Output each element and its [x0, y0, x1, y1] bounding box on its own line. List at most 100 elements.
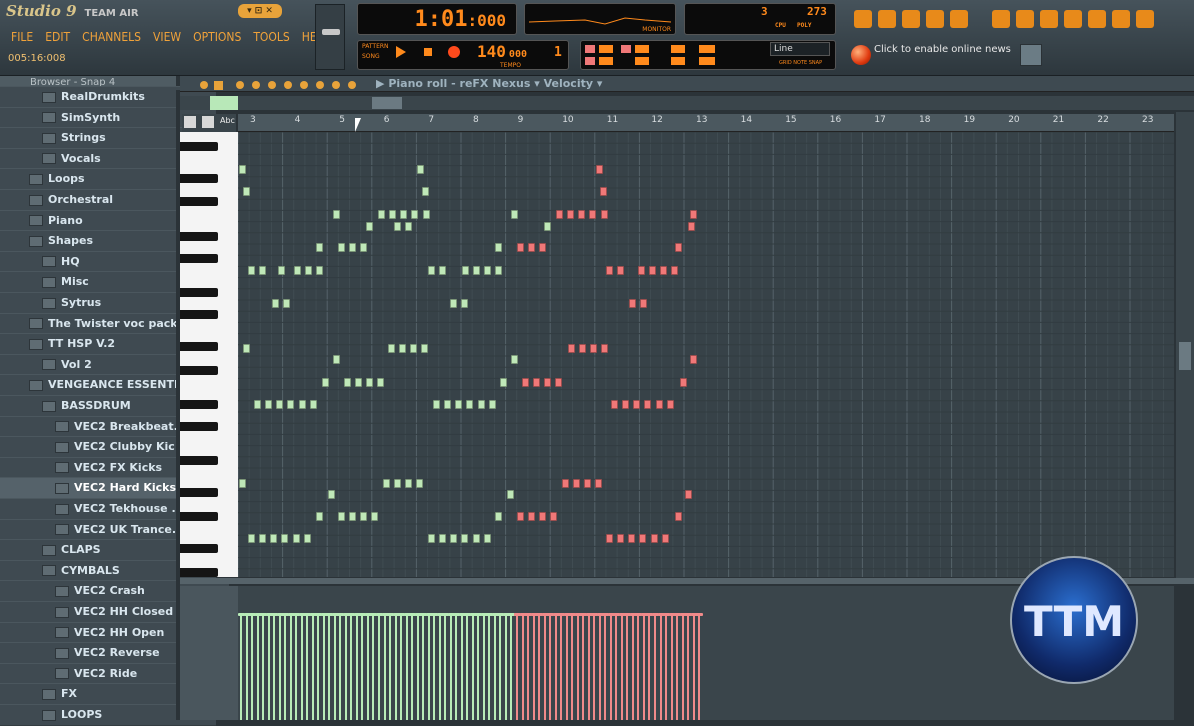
- velocity-bar[interactable]: [311, 616, 314, 720]
- menu-options[interactable]: OPTIONS: [188, 27, 246, 47]
- velocity-bar[interactable]: [322, 616, 325, 720]
- piano-note[interactable]: [629, 299, 636, 308]
- velocity-bar[interactable]: [565, 616, 568, 720]
- piano-note[interactable]: [644, 400, 652, 409]
- velocity-bar[interactable]: [499, 616, 502, 720]
- black-key[interactable]: [180, 422, 218, 431]
- piano-note[interactable]: [259, 266, 267, 275]
- piano-roll-icon[interactable]: [902, 10, 920, 28]
- piano-note[interactable]: [600, 210, 608, 219]
- velocity-bar[interactable]: [289, 616, 292, 720]
- piano-note[interactable]: [254, 400, 261, 409]
- piano-note[interactable]: [377, 378, 385, 387]
- piano-note[interactable]: [378, 210, 385, 219]
- velocity-target[interactable]: Velocity: [544, 77, 593, 90]
- velocity-bar[interactable]: [251, 616, 254, 720]
- piano-note[interactable]: [338, 512, 345, 521]
- velocity-bar[interactable]: [521, 616, 524, 720]
- velocity-bar[interactable]: [361, 616, 364, 720]
- menu-file[interactable]: FILE: [6, 27, 38, 47]
- velocity-bar[interactable]: [527, 616, 530, 720]
- snap-select[interactable]: Line: [770, 42, 830, 56]
- velocity-bar[interactable]: [642, 616, 645, 720]
- piano-note[interactable]: [544, 378, 552, 387]
- velocity-bar[interactable]: [460, 616, 463, 720]
- velocity-bar[interactable]: [262, 616, 265, 720]
- piano-note[interactable]: [544, 222, 551, 231]
- black-key[interactable]: [180, 488, 218, 497]
- browser-item[interactable]: TT HSP V.2: [0, 333, 203, 356]
- vscroll-thumb[interactable]: [1179, 342, 1191, 370]
- piano-note[interactable]: [680, 378, 687, 387]
- stop-icon[interactable]: [424, 48, 432, 56]
- help-icon[interactable]: [1136, 10, 1154, 28]
- piano-note[interactable]: [248, 534, 255, 543]
- velocity-bar[interactable]: [504, 616, 507, 720]
- piano-note[interactable]: [601, 344, 609, 353]
- piano-note[interactable]: [639, 534, 647, 543]
- browser-item[interactable]: Orchestral: [0, 189, 203, 211]
- note-grid[interactable]: [238, 132, 1174, 577]
- piano-note[interactable]: [444, 400, 452, 409]
- piano-note[interactable]: [316, 266, 324, 275]
- piano-note[interactable]: [556, 210, 563, 219]
- piano-note[interactable]: [333, 210, 340, 219]
- piano-note[interactable]: [461, 534, 469, 543]
- velocity-bar[interactable]: [659, 616, 662, 720]
- piano-note[interactable]: [416, 479, 424, 488]
- file-icon[interactable]: [1112, 10, 1130, 28]
- velocity-bar[interactable]: [576, 616, 579, 720]
- velocity-bar[interactable]: [510, 616, 513, 720]
- velocity-bar[interactable]: [466, 616, 469, 720]
- black-key[interactable]: [180, 456, 218, 465]
- piano-note[interactable]: [622, 400, 630, 409]
- velocity-bar[interactable]: [598, 616, 601, 720]
- piano-note[interactable]: [388, 344, 395, 353]
- piano-note[interactable]: [495, 266, 503, 275]
- view-mode-icon[interactable]: [184, 116, 196, 128]
- piano-note[interactable]: [517, 243, 524, 252]
- piano-note[interactable]: [400, 210, 408, 219]
- song-position-display[interactable]: 1:01:000: [357, 3, 517, 35]
- black-key[interactable]: [180, 174, 218, 183]
- piano-note[interactable]: [584, 479, 592, 488]
- velocity-bar[interactable]: [284, 616, 287, 720]
- piano-note[interactable]: [422, 187, 429, 196]
- piano-note[interactable]: [278, 266, 285, 275]
- piano-keyboard[interactable]: [180, 132, 238, 577]
- velocity-bar[interactable]: [333, 616, 336, 720]
- velocity-bar[interactable]: [306, 616, 309, 720]
- velocity-bar[interactable]: [256, 616, 259, 720]
- piano-note[interactable]: [298, 400, 306, 409]
- piano-note[interactable]: [671, 266, 679, 275]
- piano-note[interactable]: [685, 490, 692, 499]
- piano-note[interactable]: [338, 243, 345, 252]
- piano-note[interactable]: [539, 512, 547, 521]
- piano-note[interactable]: [596, 165, 603, 174]
- piano-note[interactable]: [283, 299, 291, 308]
- piano-note[interactable]: [405, 479, 413, 488]
- piano-note[interactable]: [655, 400, 663, 409]
- black-key[interactable]: [180, 254, 218, 263]
- velocity-bar[interactable]: [245, 616, 248, 720]
- velocity-bar[interactable]: [587, 616, 590, 720]
- piano-note[interactable]: [528, 243, 536, 252]
- play-icon[interactable]: [396, 46, 406, 58]
- piano-note[interactable]: [495, 243, 502, 252]
- settings-icon[interactable]: [1088, 10, 1106, 28]
- piano-note[interactable]: [287, 400, 295, 409]
- piano-note[interactable]: [394, 479, 402, 488]
- piano-note[interactable]: [573, 479, 581, 488]
- velocity-bar[interactable]: [681, 616, 684, 720]
- velocity-bar[interactable]: [411, 616, 414, 720]
- piano-note[interactable]: [617, 534, 625, 543]
- piano-note[interactable]: [455, 400, 463, 409]
- vertical-scrollbar[interactable]: [1176, 112, 1194, 578]
- velocity-bar[interactable]: [433, 616, 436, 720]
- velocity-bar[interactable]: [328, 616, 331, 720]
- velocity-bar[interactable]: [654, 616, 656, 720]
- piano-note[interactable]: [421, 344, 429, 353]
- velocity-bar[interactable]: [493, 616, 496, 720]
- browser-item[interactable]: VENGEANCE ESSENTI...: [0, 374, 203, 397]
- master-volume-slider[interactable]: [315, 4, 345, 70]
